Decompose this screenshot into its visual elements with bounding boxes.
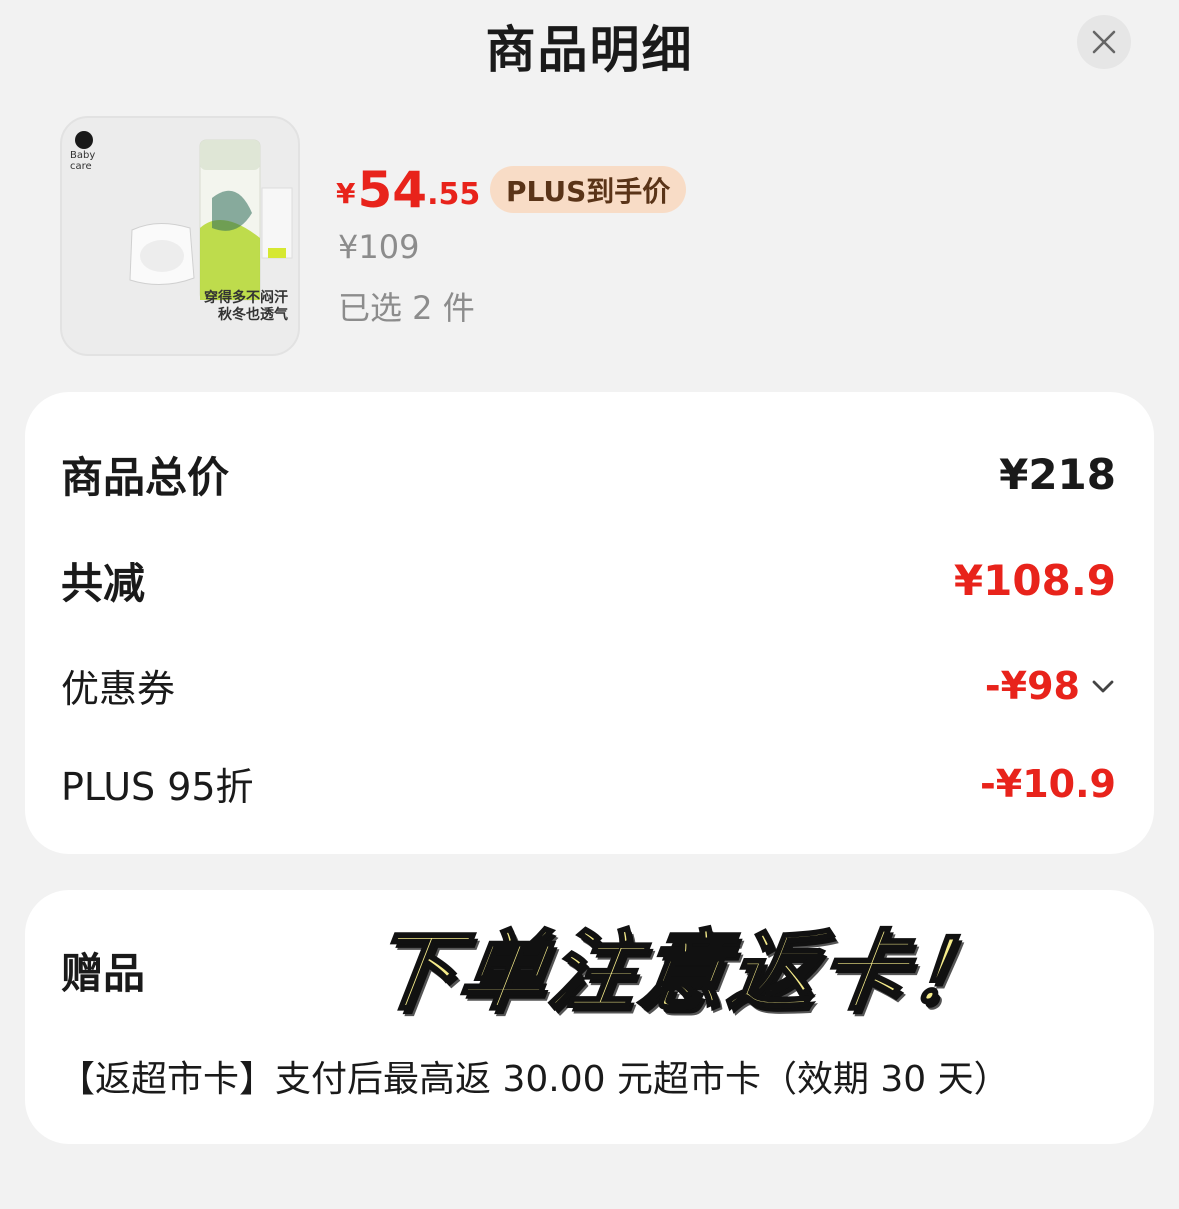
discount-row: 共减 ¥108.9: [61, 550, 1116, 611]
product-image[interactable]: Baby care 穿得多不闷汗 秋冬也透气: [60, 116, 300, 356]
coupon-value: -¥98: [984, 663, 1080, 708]
page-title: 商品明细: [485, 21, 694, 79]
plus-discount-value: -¥10.9: [980, 761, 1116, 806]
overlay-annotation: 下单注意返卡！: [361, 921, 1008, 1024]
close-icon: [1092, 30, 1116, 54]
price-summary-card: 商品总价 ¥218 共减 ¥108.9 优惠券 -¥98 PLUS 95折 -¥…: [25, 392, 1154, 854]
image-caption-line: 穿得多不闷汗: [204, 290, 288, 306]
total-price-value: ¥218: [999, 450, 1116, 499]
coupon-row[interactable]: 优惠券 -¥98: [61, 658, 1116, 713]
total-price-row: 商品总价 ¥218: [61, 444, 1116, 505]
image-caption: 穿得多不闷汗 秋冬也透气: [204, 290, 288, 324]
price-currency: ¥: [336, 177, 356, 210]
plus-discount-row: PLUS 95折 -¥10.9: [61, 756, 1116, 811]
coupon-label: 优惠券: [61, 667, 176, 711]
coupon-value-group[interactable]: -¥98: [985, 664, 1116, 708]
plus-discount-label: PLUS 95折: [61, 765, 254, 809]
current-price: ¥ 54 .55: [336, 158, 480, 218]
selected-count: 已选 2 件: [338, 289, 475, 327]
gift-label: 赠品: [61, 949, 146, 998]
brand-logo: Baby care: [70, 150, 96, 172]
discount-label: 共减: [61, 559, 146, 608]
close-button[interactable]: [1077, 15, 1131, 69]
discount-value: ¥108.9: [953, 556, 1116, 605]
price-integer: 54: [357, 161, 428, 219]
plus-price-tag: PLUS到手价: [490, 166, 687, 213]
price-decimal: .55: [427, 177, 481, 212]
gift-description: 【返超市卡】支付后最高返 30.00 元超市卡（效期 30 天）: [59, 1059, 1010, 1100]
original-price: ¥109: [338, 228, 420, 266]
chevron-down-icon[interactable]: [1090, 673, 1116, 699]
image-caption-line: 秋冬也透气: [218, 307, 288, 323]
total-price-label: 商品总价: [61, 453, 230, 502]
